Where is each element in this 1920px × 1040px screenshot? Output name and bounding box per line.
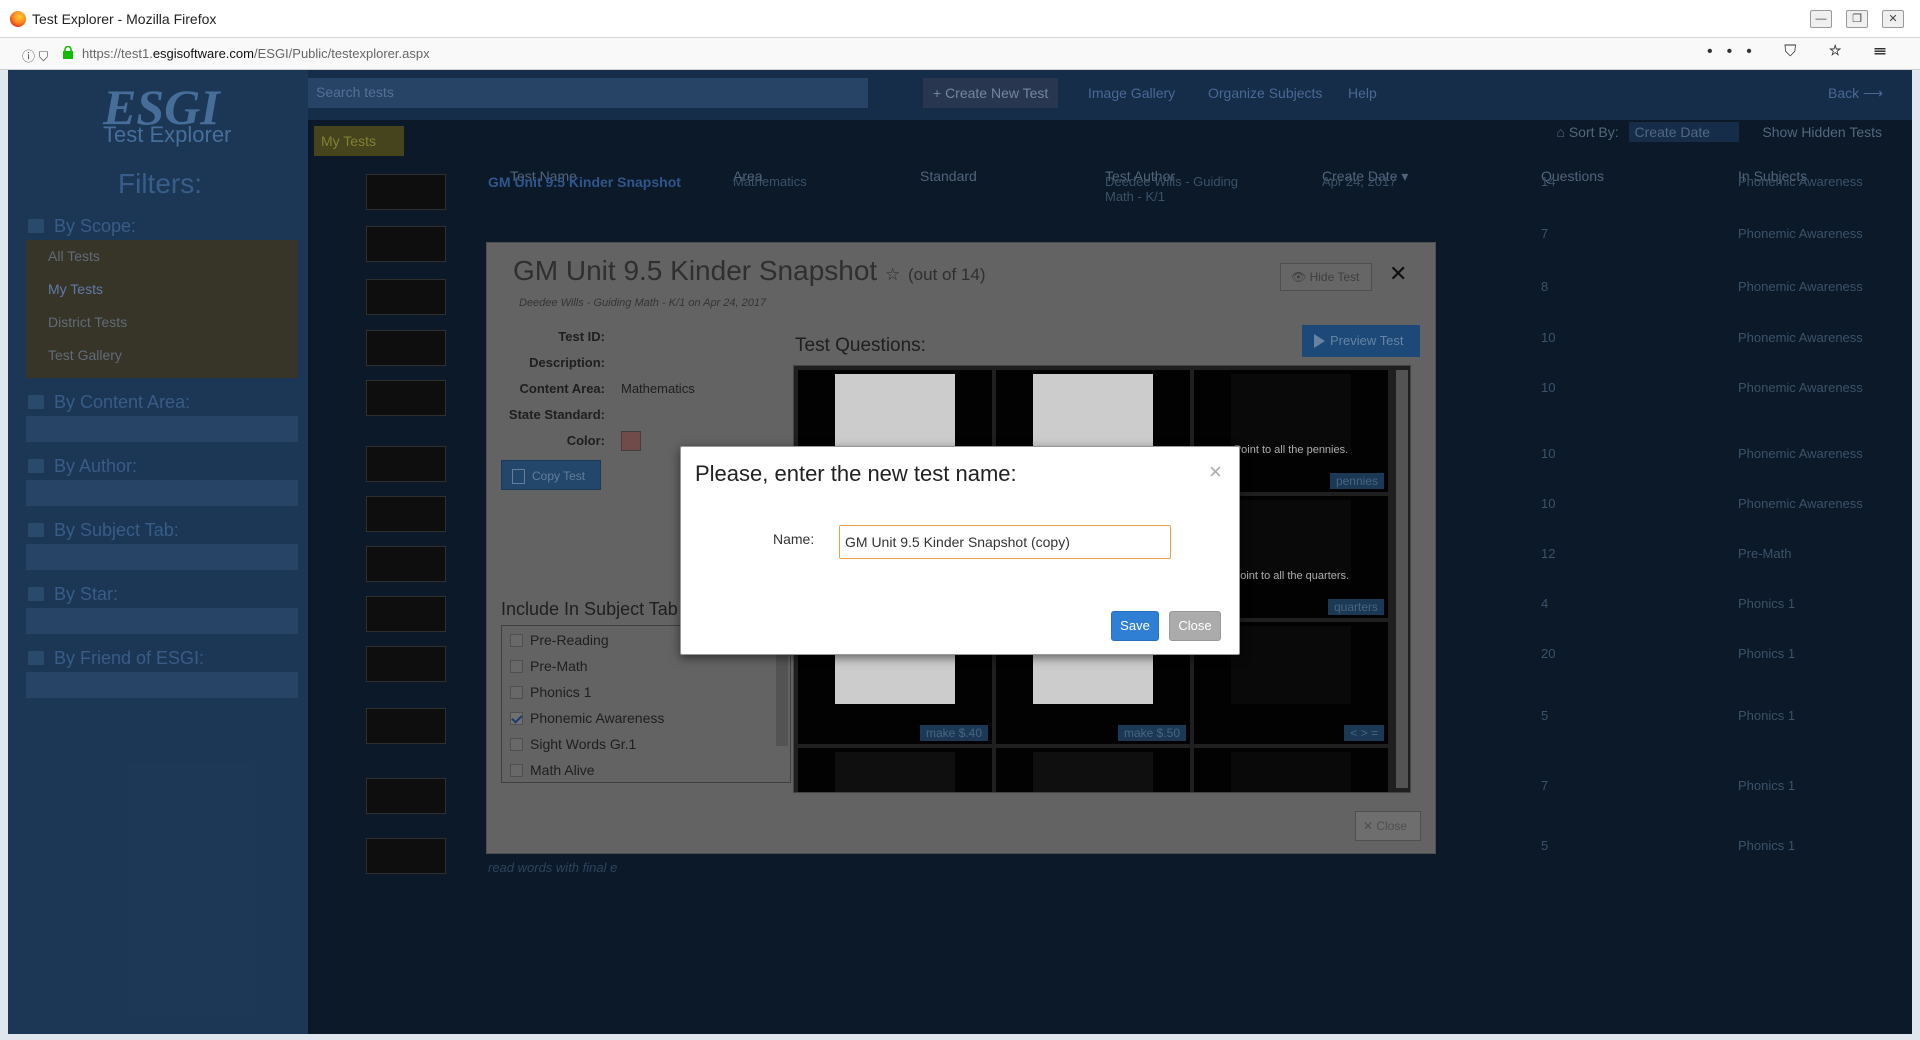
save-button[interactable]: Save [1111, 611, 1159, 641]
site-info-icon[interactable]: ⓘ ⛉ [22, 46, 48, 65]
url-text[interactable]: https://test1.esgisoftware.com/ESGI/Publ… [82, 46, 430, 61]
firefox-icon [10, 11, 26, 27]
url-bar: ⓘ ⛉ https://test1.esgisoftware.com/ESGI/… [0, 38, 1920, 70]
lock-icon [63, 46, 73, 59]
minimize-button[interactable]: — [1810, 10, 1832, 28]
dialog-title: Please, enter the new test name: [695, 461, 1017, 486]
test-name-input[interactable] [839, 525, 1171, 559]
restore-button[interactable]: ❐ [1846, 10, 1868, 28]
close-window-button[interactable]: ✕ [1882, 10, 1904, 28]
browser-menu-icons[interactable]: ••• ⛉ ☆ ☰ [1707, 43, 1900, 61]
window-titlebar: Test Explorer - Mozilla Firefox — ❐ ✕ [0, 0, 1920, 38]
name-label: Name: [773, 531, 815, 547]
dialog-close-icon[interactable]: × [1209, 461, 1222, 483]
close-button[interactable]: Close [1169, 611, 1221, 641]
window-title: Test Explorer - Mozilla Firefox [32, 11, 217, 27]
new-test-name-dialog: Please, enter the new test name: × Name:… [680, 446, 1240, 655]
